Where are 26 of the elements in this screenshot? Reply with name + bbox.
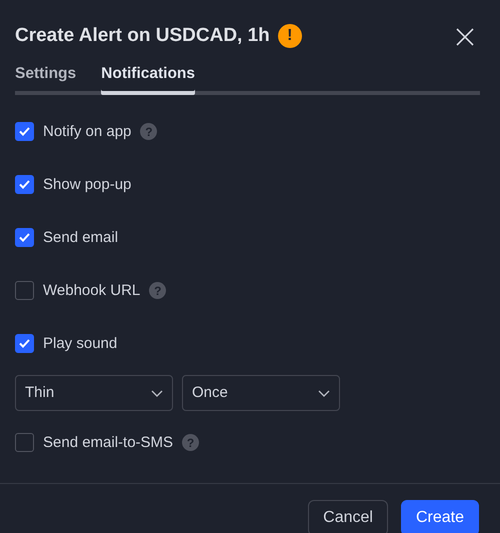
checkbox-label: Show pop-up [43, 174, 132, 194]
checkbox-label: Send email-to-SMS [43, 432, 174, 452]
dialog-title: Create Alert on USDCAD, 1h [15, 24, 270, 48]
checkbox[interactable] [15, 281, 34, 300]
tab[interactable]: Notifications [101, 62, 196, 96]
create-button[interactable]: Create [400, 500, 479, 533]
check-icon [19, 339, 30, 348]
checkbox[interactable] [15, 334, 34, 354]
chevron-down-icon [151, 390, 163, 397]
dropdown[interactable]: Once [182, 375, 340, 412]
cancel-button[interactable]: Cancel [308, 500, 388, 533]
checkbox[interactable] [15, 175, 34, 194]
checkbox-label: Webhook URL [43, 280, 140, 300]
chevron-down-icon [318, 390, 330, 397]
checkbox-label: Send email [43, 228, 118, 248]
checkbox-label: Play sound [43, 334, 118, 354]
warning-icon: ! [278, 24, 302, 48]
checkbox[interactable] [15, 228, 34, 248]
dropdown[interactable]: Thin [15, 375, 173, 412]
check-icon [19, 233, 30, 242]
check-icon [19, 180, 30, 190]
checkbox[interactable] [15, 122, 34, 142]
tab[interactable]: Settings [15, 62, 76, 96]
checkbox[interactable] [15, 433, 34, 452]
check-icon [19, 127, 30, 136]
checkbox-label: Notify on app [43, 122, 132, 142]
